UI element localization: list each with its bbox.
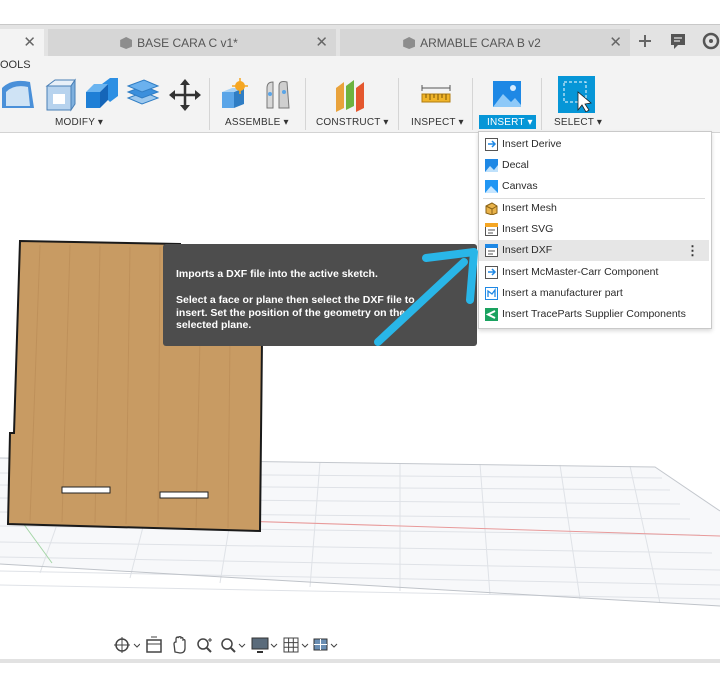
construct-menu[interactable]: CONSTRUCT ▾ bbox=[316, 117, 389, 128]
mesh-icon bbox=[485, 202, 498, 215]
toolbar-divider bbox=[398, 78, 399, 130]
display-icon[interactable] bbox=[250, 634, 278, 656]
insert-image-icon[interactable] bbox=[491, 78, 525, 112]
insert-dropdown-menu: Insert Derive Decal Canvas Insert Mesh I… bbox=[478, 131, 712, 329]
new-component-icon[interactable] bbox=[218, 78, 252, 112]
tab-base-cara-c[interactable]: BASE CARA C v1* ✕ bbox=[48, 29, 336, 57]
document-tab-bar: ✕ BASE CARA C v1* ✕ ARMABLE CARA B v2 ✕ bbox=[0, 24, 720, 57]
dxf-icon bbox=[485, 244, 498, 257]
tooltip-detail-line: selected plane. bbox=[176, 319, 252, 331]
toolbar-divider bbox=[472, 78, 473, 130]
title-strip bbox=[0, 0, 720, 24]
toolbar-divider bbox=[209, 78, 210, 130]
tab-label: BASE CARA C v1* bbox=[137, 36, 238, 50]
menu-item-insert-mesh[interactable]: Insert Mesh bbox=[479, 198, 709, 219]
insert-menu[interactable]: INSERT ▾ bbox=[487, 117, 533, 128]
chat-icon[interactable] bbox=[669, 32, 687, 50]
tooltip-summary: Imports a DXF file into the active sketc… bbox=[176, 268, 378, 280]
document-icon bbox=[120, 37, 133, 49]
modify-menu[interactable]: MODIFY ▾ bbox=[55, 117, 103, 128]
grid-icon[interactable] bbox=[282, 634, 310, 656]
tab-current[interactable]: ✕ bbox=[0, 29, 44, 57]
help-icon[interactable] bbox=[702, 31, 720, 51]
measure-icon[interactable] bbox=[420, 78, 454, 112]
menu-item-insert-traceparts[interactable]: Insert TraceParts Supplier Components bbox=[479, 304, 709, 325]
inspect-menu[interactable]: INSPECT ▾ bbox=[411, 117, 464, 128]
toolbar-divider bbox=[541, 78, 542, 130]
press-pull-icon[interactable] bbox=[2, 78, 36, 112]
manufacturer-icon bbox=[485, 287, 498, 300]
assemble-menu[interactable]: ASSEMBLE ▾ bbox=[225, 117, 289, 128]
panel-slot bbox=[159, 491, 209, 499]
look-at-icon[interactable] bbox=[144, 634, 164, 656]
offset-plane-icon[interactable] bbox=[334, 78, 368, 112]
menu-item-decal[interactable]: Decal bbox=[479, 155, 709, 176]
tools-tab-label[interactable]: OOLS bbox=[0, 59, 31, 71]
annotation-arrow-icon bbox=[374, 248, 478, 346]
select-menu[interactable]: SELECT ▾ bbox=[554, 117, 602, 128]
close-tab-icon[interactable]: ✕ bbox=[609, 29, 622, 57]
menu-item-insert-manufacturer-part[interactable]: Insert a manufacturer part bbox=[479, 283, 709, 304]
document-icon bbox=[403, 37, 416, 49]
menu-item-canvas[interactable]: Canvas bbox=[479, 176, 709, 197]
close-tab-icon[interactable]: ✕ bbox=[315, 29, 328, 57]
new-tab-icon[interactable] bbox=[637, 33, 653, 49]
menu-item-insert-derive[interactable]: Insert Derive bbox=[479, 134, 709, 155]
select-cursor-icon bbox=[563, 81, 592, 112]
toolbar-divider bbox=[305, 78, 306, 130]
tab-label: ARMABLE CARA B v2 bbox=[420, 36, 541, 50]
move-icon[interactable] bbox=[168, 78, 202, 112]
menu-item-insert-dxf[interactable]: Insert DXF ⋮ bbox=[479, 240, 709, 261]
fillet-icon[interactable] bbox=[43, 78, 77, 112]
mcmaster-icon bbox=[485, 266, 498, 279]
viewports-icon[interactable] bbox=[312, 634, 340, 656]
more-options-icon[interactable]: ⋮ bbox=[686, 240, 699, 261]
menu-item-insert-mcmaster[interactable]: Insert McMaster-Carr Component bbox=[479, 262, 709, 283]
bottom-strip bbox=[0, 663, 720, 682]
close-tab-icon[interactable]: ✕ bbox=[23, 29, 36, 57]
orbit-icon[interactable] bbox=[112, 634, 140, 656]
tab-armable-cara-b[interactable]: ARMABLE CARA B v2 ✕ bbox=[340, 29, 630, 57]
shell-icon[interactable] bbox=[84, 78, 118, 112]
pan-icon[interactable] bbox=[170, 634, 190, 656]
main-toolbar: OOLS MODIFY ▾ ASSEMBLE ▾ CONSTRUCT ▾ INS… bbox=[0, 56, 720, 133]
zoom-icon[interactable] bbox=[194, 634, 216, 656]
joint-icon[interactable] bbox=[261, 78, 295, 112]
canvas-icon bbox=[485, 180, 498, 193]
svg-icon bbox=[485, 223, 498, 236]
panel-slot bbox=[61, 486, 111, 494]
navigation-bar bbox=[108, 634, 340, 658]
fit-icon[interactable] bbox=[218, 634, 246, 656]
menu-item-insert-svg[interactable]: Insert SVG bbox=[479, 219, 709, 240]
traceparts-icon bbox=[485, 308, 498, 321]
derive-icon bbox=[485, 138, 498, 151]
combine-icon[interactable] bbox=[126, 78, 160, 112]
decal-icon bbox=[485, 159, 498, 172]
